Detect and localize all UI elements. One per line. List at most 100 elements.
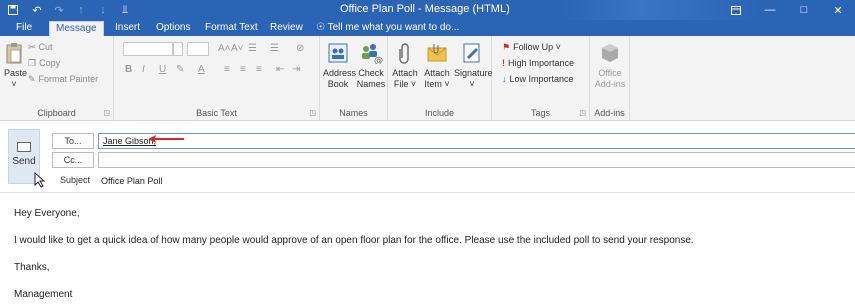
signature-dropdown-icon: ˅ [469, 79, 475, 89]
tab-format-text[interactable]: Format Text [199, 20, 264, 36]
redo-icon[interactable]: ↷ [48, 0, 70, 20]
shrink-font-button[interactable]: A˅ [231, 42, 244, 56]
signature-label: Signature [454, 68, 493, 78]
header-body-divider [0, 192, 855, 193]
font-name-dropdown[interactable] [173, 42, 183, 56]
check-names-label: Check [358, 68, 384, 78]
office-addins-icon [597, 40, 623, 66]
attach-item-button[interactable]: Attach Item ˅ [422, 40, 452, 90]
subject-label: Subject [60, 175, 91, 185]
body-greeting: Hey Everyone, [14, 208, 80, 219]
font-color-icon[interactable]: A [198, 63, 205, 77]
follow-up-button[interactable]: ⚑ Follow Up ˅ [502, 40, 561, 54]
tab-file[interactable]: File [10, 20, 38, 36]
tab-insert[interactable]: Insert [109, 20, 146, 36]
tags-group: ⚑ Follow Up ˅ ! High Importance ↓ Low Im… [492, 36, 590, 121]
office-label: Office [598, 68, 622, 78]
basic-text-group: A˄ A˅ ☰ ☰ ⊘ B I U ✎ A ≡ ≡ ≡ ⇤ ⇥ Basic Te… [114, 36, 320, 121]
attach-file-label-2: File ˅ [393, 79, 417, 89]
check-names-icon: @ [358, 40, 384, 66]
body-signature: Management [14, 289, 73, 300]
high-importance-button[interactable]: ! High Importance [502, 56, 574, 70]
address-book-label-2: Book [327, 79, 349, 89]
clipboard-launcher-icon[interactable]: ◳ [103, 109, 110, 117]
check-names-button[interactable]: @ Check Names [356, 40, 386, 90]
paperclip-icon [392, 40, 418, 66]
copy-label: Copy [39, 58, 61, 68]
font-name-combo[interactable] [123, 42, 173, 56]
clipboard-group: Paste ˅ ✂ Cut ❐ Copy ✎ Format Painter Cl… [0, 36, 114, 121]
copy-icon: ❐ [28, 58, 37, 68]
down-arrow-icon: ↓ [502, 74, 507, 84]
subject-field[interactable]: Office Plan Poll [98, 174, 855, 188]
cut-button[interactable]: ✂ Cut [28, 40, 53, 54]
low-importance-button[interactable]: ↓ Low Importance [502, 72, 574, 86]
address-book-icon [325, 40, 351, 66]
paste-label: Paste [4, 68, 28, 78]
office-addins-button[interactable]: Office Add-ins [592, 40, 628, 90]
cc-button[interactable]: Cc... [52, 152, 94, 168]
align-left-icon[interactable]: ≡ [224, 63, 230, 77]
tab-options[interactable]: Options [150, 20, 196, 36]
signature-button[interactable]: Signature ˅ [454, 40, 493, 90]
tags-launcher-icon[interactable]: ◳ [579, 109, 586, 117]
flag-icon: ⚑ [502, 42, 511, 52]
customize-icon[interactable]: ⫫ [114, 0, 136, 20]
cut-label: Cut [38, 42, 53, 52]
format-painter-button[interactable]: ✎ Format Painter [28, 72, 98, 86]
highlight-icon[interactable]: ✎ [176, 63, 184, 77]
tags-group-label: Tags [530, 108, 550, 118]
bold-button[interactable]: B [125, 63, 132, 77]
grow-font-button[interactable]: A˄ [218, 42, 231, 56]
basic-text-launcher-icon[interactable]: ◳ [309, 109, 316, 117]
copy-button[interactable]: ❐ Copy [28, 56, 60, 70]
to-button[interactable]: To... [52, 133, 94, 149]
up-icon[interactable]: ↑ [70, 0, 92, 20]
basic-text-group-label: Basic Text [196, 108, 237, 118]
clipboard-group-label: Clipboard [37, 108, 76, 118]
close-icon[interactable]: ✕ [821, 0, 855, 20]
attach-file-button[interactable]: Attach File ˅ [390, 40, 420, 90]
numbering-icon[interactable]: ☰ [270, 42, 279, 56]
include-group-label: Include [424, 108, 455, 118]
clear-formatting-icon[interactable]: ⊘ [296, 42, 304, 56]
window-title: Office Plan Poll - Message (HTML) [340, 3, 510, 15]
high-importance-label: High Importance [508, 58, 575, 68]
addins-group: Office Add-ins Add-ins [590, 36, 630, 121]
save-icon[interactable] [0, 0, 26, 20]
address-book-button[interactable]: Address Book [323, 40, 356, 90]
include-group: Attach File ˅ Attach Item ˅ Signature ˅ … [388, 36, 493, 121]
italic-button[interactable]: I [142, 63, 145, 77]
align-right-icon[interactable]: ≡ [256, 63, 262, 77]
increase-indent-icon[interactable]: ⇥ [292, 63, 300, 77]
undo-icon[interactable]: ↶ [26, 0, 48, 20]
ribbon-display-icon[interactable] [719, 0, 753, 20]
addins-label: Add-ins [594, 79, 626, 89]
underline-button[interactable]: U [159, 63, 166, 77]
bullets-icon[interactable]: ☰ [248, 42, 257, 56]
ribbon: Paste ˅ ✂ Cut ❐ Copy ✎ Format Painter Cl… [0, 36, 855, 121]
names-group: Address Book @ Check Names Names [320, 36, 388, 121]
brush-icon: ✎ [28, 74, 36, 84]
format-painter-label: Format Painter [38, 74, 99, 84]
names-group-label: Names [339, 108, 368, 118]
check-names-label-2: Names [356, 79, 386, 89]
cc-field[interactable] [98, 152, 855, 168]
align-center-icon[interactable]: ≡ [240, 63, 246, 77]
minimize-icon[interactable]: — [753, 0, 787, 20]
down-icon[interactable]: ↓ [92, 0, 114, 20]
send-envelope-icon [17, 142, 31, 152]
font-size-combo[interactable] [187, 42, 209, 56]
tab-message[interactable]: Message [49, 21, 104, 36]
quick-access-toolbar: ↶ ↷ ↑ ↓ ⫫ [0, 0, 136, 20]
exclamation-icon: ! [502, 58, 505, 68]
title-bar: ↶ ↷ ↑ ↓ ⫫ Office Plan Poll - Message (HT… [0, 0, 855, 20]
paste-button[interactable]: Paste ˅ [4, 40, 28, 90]
to-field[interactable]: Jane Gibson; [98, 133, 855, 149]
attach-item-label-2: Item ˅ [424, 79, 450, 89]
body-paragraph: I would like to get a quick idea of how … [14, 235, 694, 246]
tab-review[interactable]: Review [264, 20, 309, 36]
maximize-icon[interactable]: □ [787, 0, 821, 20]
decrease-indent-icon[interactable]: ⇤ [276, 63, 284, 77]
tell-me-box[interactable]: ☉ Tell me what you want to do... [316, 20, 459, 36]
